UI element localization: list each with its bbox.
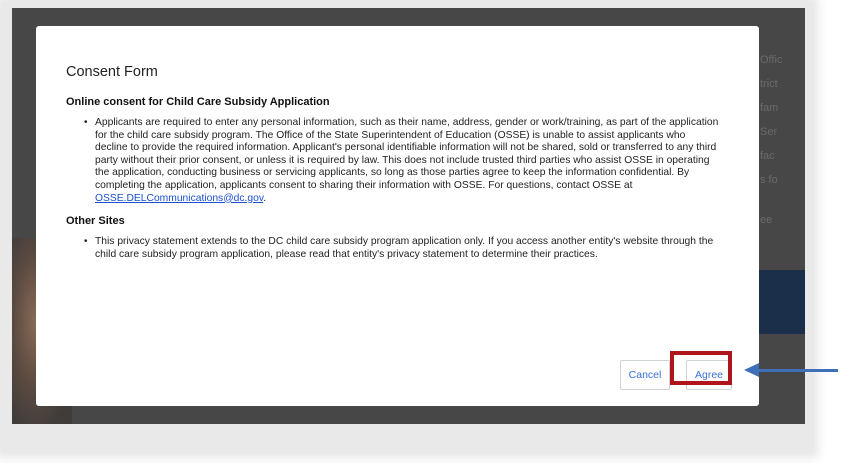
other-sites-list: This privacy statement extends to the DC… (66, 236, 729, 261)
background-text-fragment: Ser (760, 126, 778, 138)
online-consent-text: Applicants are required to enter any per… (95, 117, 719, 191)
consent-modal: Consent Form Online consent for Child Ca… (36, 26, 759, 406)
background-text-fragment: fam (760, 102, 779, 114)
annotation-arrow-head-icon (744, 363, 759, 377)
annotation-arrow (758, 369, 838, 372)
background-side-text: Offic trict fam Ser fac s fo ee (760, 48, 805, 232)
background-text-fragment: fac (760, 150, 775, 162)
online-consent-paragraph: Applicants are required to enter any per… (84, 117, 729, 205)
section-heading-other-sites: Other Sites (66, 215, 125, 228)
osse-email-link[interactable]: OSSE.DELCommunications@dc.gov (95, 193, 263, 204)
online-consent-list: Applicants are required to enter any per… (66, 117, 729, 205)
background-text-fragment: Offic (760, 54, 783, 66)
modal-title: Consent Form (66, 64, 158, 80)
background-banner (759, 270, 805, 334)
other-sites-paragraph: This privacy statement extends to the DC… (84, 236, 729, 261)
cancel-button[interactable]: Cancel (620, 360, 670, 390)
background-text-fragment: ee (760, 214, 773, 226)
background-text-fragment: trict (760, 78, 778, 90)
section-heading-online-consent: Online consent for Child Care Subsidy Ap… (66, 96, 330, 108)
background-text-fragment: s fo (760, 174, 778, 186)
agree-highlight-box (670, 351, 732, 385)
paragraph-period: . (263, 192, 267, 204)
